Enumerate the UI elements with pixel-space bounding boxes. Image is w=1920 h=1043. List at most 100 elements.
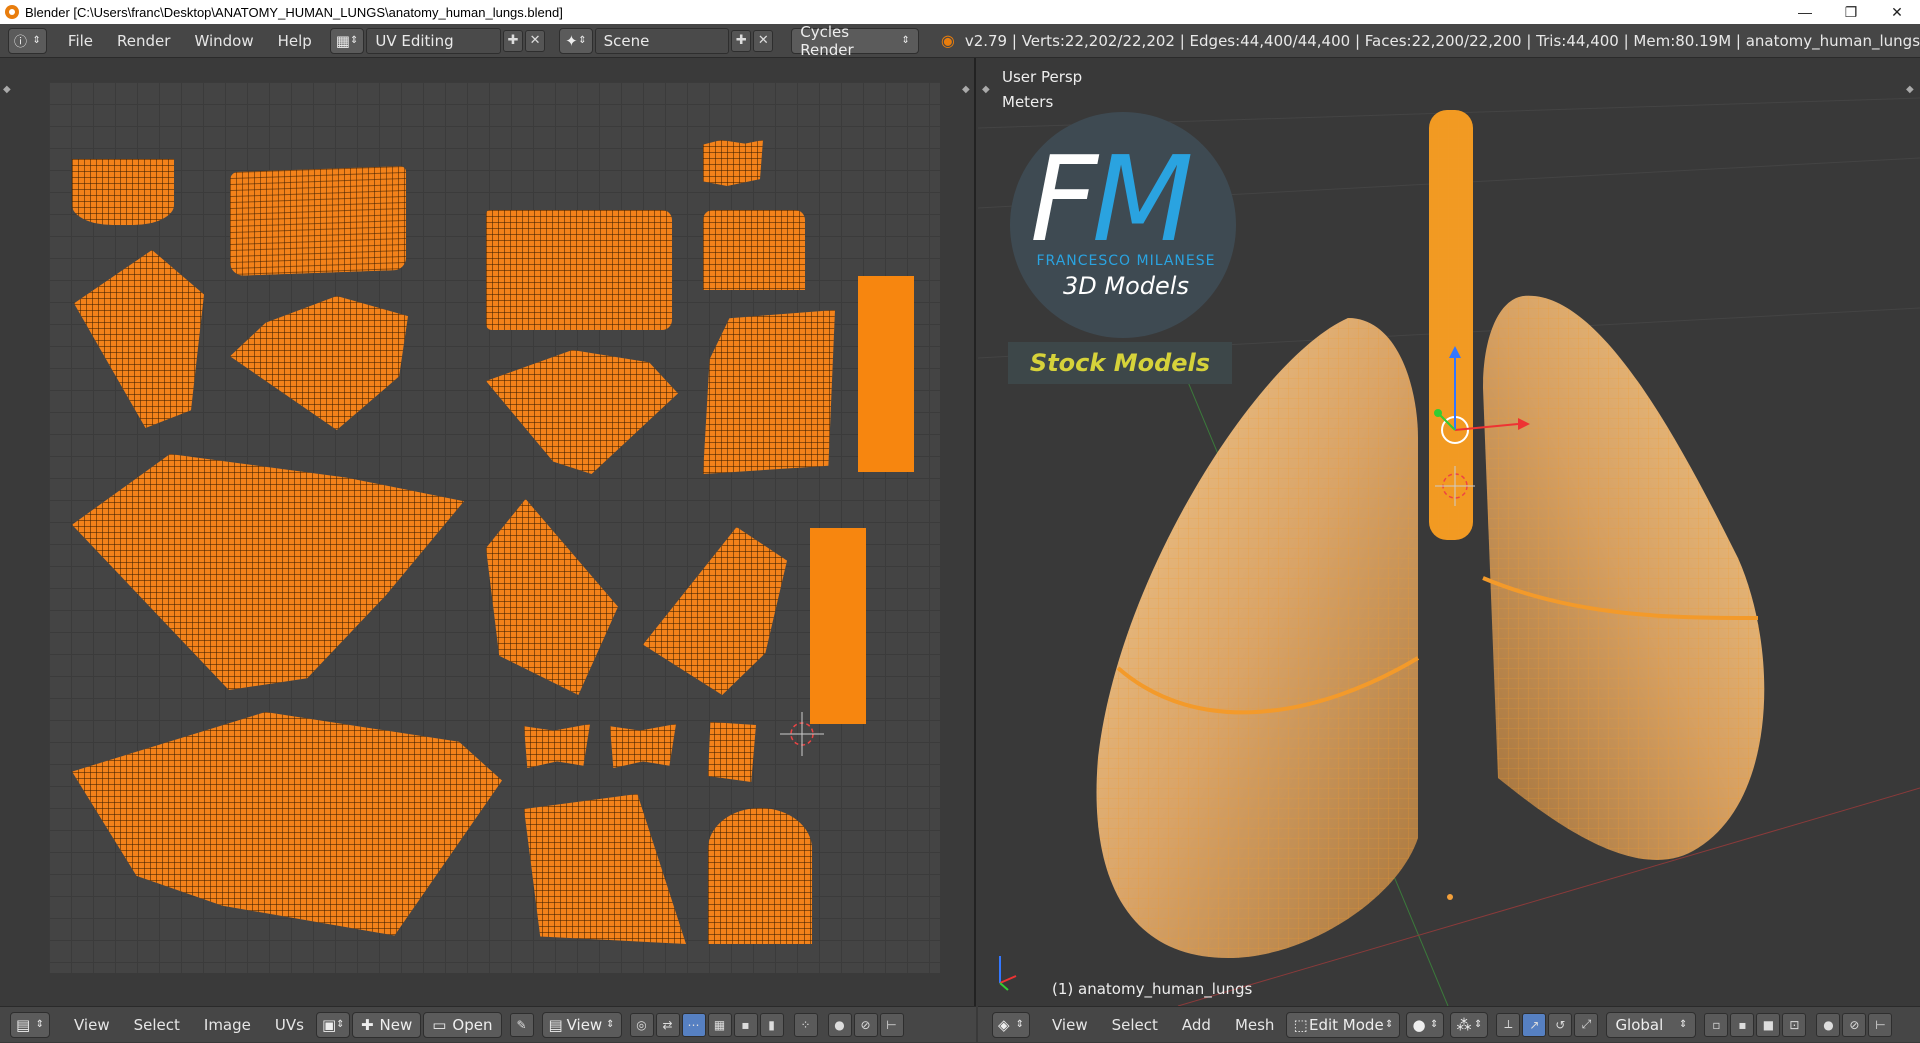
open-image-button[interactable]: ▭ Open — [423, 1011, 502, 1038]
fm-logo-name: FRANCESCO MILANESE — [1036, 253, 1216, 269]
updown-arrows-icon: ⇕ — [901, 35, 910, 46]
plus-icon: ✚ — [360, 1015, 374, 1034]
window-controls: — ❐ ✕ — [1782, 0, 1920, 24]
snap-element-icon[interactable]: ⊢ — [1868, 1012, 1893, 1037]
limit-to-visible-icon[interactable]: ⊡ — [1782, 1012, 1807, 1037]
editor-type-3d-button[interactable]: ◈ ⇕ — [992, 1011, 1030, 1038]
snap-icon[interactable]: ⊘ — [1842, 1012, 1867, 1037]
uv-island-solid — [858, 276, 914, 472]
updown-arrows-icon: ⇕ — [336, 1019, 345, 1030]
menu-render[interactable]: Render — [105, 24, 182, 58]
scene-browse-button[interactable]: ✦ ⇕ — [559, 27, 593, 54]
pivot-point-icon: ⁂ — [1456, 1015, 1472, 1034]
proportional-edit-icon[interactable]: ● — [1816, 1012, 1841, 1037]
image-icon: ▣ — [321, 1015, 337, 1034]
island-select-icon[interactable]: ▮ — [759, 1012, 784, 1037]
fm-logo-f: F — [1030, 130, 1098, 268]
rotate-manipulator-icon[interactable]: ↺ — [1548, 1012, 1573, 1037]
remove-scene-icon[interactable]: ✕ — [753, 29, 774, 52]
blender-app-icon — [5, 5, 19, 19]
updown-arrows-icon: ⇕ — [1679, 1019, 1688, 1030]
region-toggle-right-icon[interactable]: ◆ — [1906, 84, 1914, 95]
vp-menu-select[interactable]: Select — [1100, 1007, 1170, 1043]
translate-manipulator-icon[interactable]: ↗ — [1522, 1012, 1547, 1037]
updown-arrows-icon: ⇕ — [1474, 1019, 1483, 1030]
interaction-mode-select[interactable]: ⬚ Edit Mode ⇕ — [1286, 1011, 1401, 1038]
blender-logo-icon: ◉ — [940, 31, 955, 50]
pivot-point-select[interactable]: ⁂ ⇕ — [1450, 1011, 1489, 1038]
units-label: Meters — [1002, 93, 1054, 111]
proportional-edit-icon[interactable]: ● — [827, 1012, 852, 1037]
pin-icon[interactable]: ✎ — [509, 1012, 534, 1037]
new-image-button[interactable]: ✚ New — [351, 1011, 422, 1038]
scene-field[interactable]: Scene — [594, 27, 730, 54]
vp-menu-view[interactable]: View — [1040, 1007, 1100, 1043]
maximize-button[interactable]: ❐ — [1828, 0, 1874, 24]
updown-arrows-icon: ⇕ — [1015, 1019, 1024, 1030]
view-name-label: User Persp — [1002, 68, 1083, 86]
editor-type-info-button[interactable]: ⓘ ⇕ — [8, 27, 47, 54]
uv-island — [703, 310, 835, 474]
editor-type-uv-button[interactable]: ▤ ⇕ — [10, 1011, 50, 1038]
folder-icon: ▭ — [432, 1015, 447, 1034]
vp-menu-add[interactable]: Add — [1170, 1007, 1223, 1043]
manipulator-toggle-icon[interactable]: ⟂ — [1496, 1012, 1521, 1037]
edge-select-icon[interactable]: ▦ — [707, 1012, 732, 1037]
uv-menu-view[interactable]: View — [62, 1007, 122, 1043]
uv-menu-uvs[interactable]: UVs — [263, 1007, 316, 1043]
stock-models-badge: Stock Models — [1008, 342, 1232, 384]
uv-image-editor[interactable]: ◆ ◆ — [0, 58, 976, 1006]
updown-arrows-icon: ⇕ — [578, 35, 587, 46]
updown-arrows-icon: ⇕ — [32, 35, 41, 46]
face-select-mode-icon[interactable]: ■ — [1756, 1012, 1781, 1037]
vp-menu-mesh[interactable]: Mesh — [1223, 1007, 1287, 1043]
uv-menu-select[interactable]: Select — [122, 1007, 192, 1043]
sync-selection-icon[interactable]: ⇄ — [655, 1012, 680, 1037]
uv-island — [708, 722, 756, 782]
add-screen-icon[interactable]: ✚ — [503, 29, 524, 52]
info-icon: ⓘ — [14, 35, 28, 50]
sticky-select-icon[interactable]: ⁘ — [793, 1012, 818, 1037]
uv-island — [703, 210, 805, 290]
render-engine-select[interactable]: Cycles Render ⇕ — [791, 23, 919, 59]
remove-screen-icon[interactable]: ✕ — [525, 29, 546, 52]
scene-icon: ✦ — [565, 31, 578, 50]
close-button[interactable]: ✕ — [1874, 0, 1920, 24]
open-image-label: Open — [452, 1015, 493, 1034]
new-image-label: New — [379, 1015, 413, 1034]
menu-file[interactable]: File — [56, 24, 105, 58]
uv-island — [703, 140, 763, 186]
transform-orientation-select[interactable]: Global ⇕ — [1606, 1011, 1697, 1038]
window-titlebar: Blender [C:\Users\franc\Desktop\ANATOMY_… — [0, 0, 1920, 24]
region-toggle-left-icon[interactable]: ◆ — [982, 84, 990, 95]
image-browse-button[interactable]: ▣ ⇕ — [315, 1011, 350, 1038]
solid-shading-icon: ● — [1412, 1015, 1426, 1034]
scale-manipulator-icon[interactable]: ⤢ — [1574, 1012, 1599, 1037]
updown-arrows-icon: ⇕ — [606, 1019, 615, 1030]
screen-layout-field[interactable]: UV Editing — [366, 27, 502, 54]
interaction-mode-label: Edit Mode — [1308, 1015, 1384, 1034]
edit-mode-icon: ⬚ — [1293, 1015, 1308, 1034]
minimize-button[interactable]: — — [1782, 0, 1828, 24]
snap-element-icon[interactable]: ⊢ — [879, 1012, 904, 1037]
add-scene-icon[interactable]: ✚ — [731, 29, 752, 52]
uv-menu-image[interactable]: Image — [192, 1007, 263, 1043]
view-mode-select[interactable]: ▤ View ⇕ — [541, 1011, 622, 1038]
window-title: Blender [C:\Users\franc\Desktop\ANATOMY_… — [25, 4, 563, 20]
view-mode-icon: ▤ — [548, 1015, 563, 1034]
edge-select-mode-icon[interactable]: ▪ — [1730, 1012, 1755, 1037]
pivot-icon[interactable]: ◎ — [629, 1012, 654, 1037]
face-select-icon[interactable]: ▪ — [733, 1012, 758, 1037]
uv-island — [486, 210, 672, 330]
2d-cursor-icon[interactable] — [780, 712, 824, 756]
vertex-select-mode-icon[interactable]: ▫ — [1704, 1012, 1729, 1037]
vertex-select-icon[interactable]: ⋯ — [681, 1012, 706, 1037]
snap-icon[interactable]: ⊘ — [853, 1012, 878, 1037]
viewport-shading-select[interactable]: ● ⇕ — [1406, 1011, 1445, 1038]
menu-help[interactable]: Help — [266, 24, 324, 58]
region-toggle-right-icon[interactable]: ◆ — [962, 84, 970, 95]
menu-window[interactable]: Window — [182, 24, 265, 58]
screen-layout-browse-button[interactable]: ▦ ⇕ — [329, 27, 365, 54]
region-toggle-left-icon[interactable]: ◆ — [3, 84, 11, 95]
info-header: ⓘ ⇕ File Render Window Help ▦ ⇕ UV Editing… — [0, 23, 1920, 59]
